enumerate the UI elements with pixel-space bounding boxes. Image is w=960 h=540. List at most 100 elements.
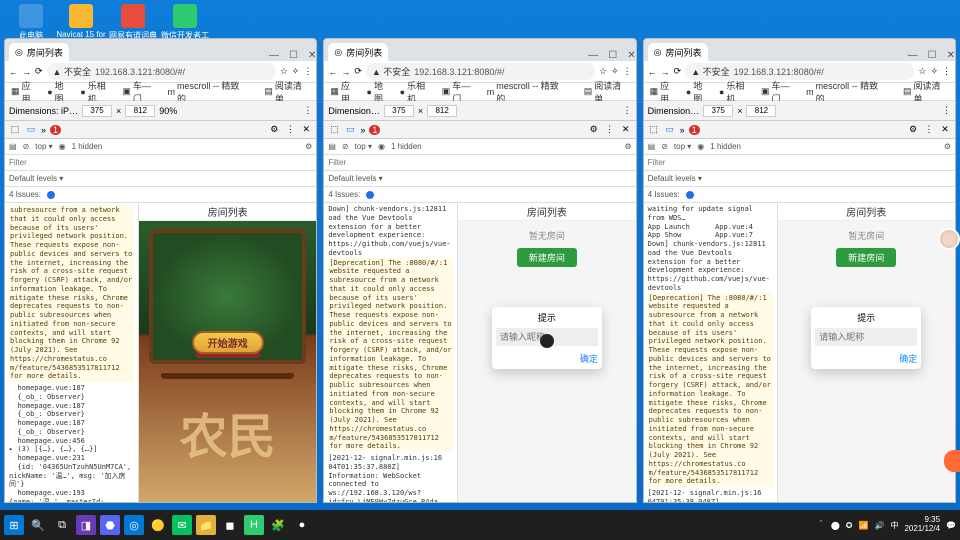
device-menu-icon[interactable]: ⋮ — [303, 105, 312, 116]
devtools-close-icon[interactable]: ✕ — [620, 124, 632, 136]
devtools-menu-icon[interactable]: ⋮ — [284, 124, 296, 136]
filter-input[interactable] — [648, 158, 698, 167]
context-dropdown[interactable]: top ▾ — [355, 142, 372, 151]
width-input[interactable] — [82, 105, 112, 117]
clear-console-icon[interactable]: ⊘ — [661, 142, 668, 151]
floating-avatar[interactable] — [938, 228, 960, 250]
task-view-icon[interactable]: ⧉ — [52, 515, 72, 535]
taskbar-app-vscode[interactable]: ◨ — [76, 515, 96, 535]
levels-dropdown[interactable]: Default levels ▾ — [328, 174, 382, 183]
tray-icon[interactable]: ✪ — [846, 521, 853, 530]
clear-console-icon[interactable]: ⊘ — [342, 142, 349, 151]
taskbar-clock[interactable]: 9:35 2021/12/4 — [904, 516, 940, 534]
star-icon[interactable]: ☆ — [599, 66, 607, 77]
notifications-icon[interactable]: 💬 — [946, 521, 956, 530]
console-output[interactable]: subresource from a network that it could… — [5, 203, 139, 502]
tray-chevron-up-icon[interactable]: ＾ — [817, 520, 825, 531]
width-input[interactable] — [384, 105, 414, 117]
nav-back[interactable]: ← — [328, 67, 337, 77]
window-close[interactable]: ✕ — [947, 50, 955, 61]
console-output[interactable]: Down] chunk-vendors.js:12811 oad the Vue… — [324, 203, 458, 502]
eye-icon[interactable]: ◉ — [59, 142, 66, 151]
eye-icon[interactable]: ◉ — [378, 142, 385, 151]
filter-input[interactable] — [9, 158, 59, 167]
tray-ime-icon[interactable]: 中 — [890, 520, 898, 531]
window-close[interactable]: ✕ — [627, 50, 635, 61]
device-toggle-icon[interactable]: ▭ — [664, 124, 676, 136]
extensions-icon[interactable]: ✧ — [930, 66, 938, 77]
clear-console-icon[interactable]: ⊘ — [23, 142, 30, 151]
dimensions-dropdown[interactable]: Dimension… — [648, 106, 700, 116]
modal-ok-button[interactable]: 确定 — [815, 352, 917, 365]
window-minimize[interactable]: — — [908, 50, 918, 61]
console-settings-icon[interactable]: ⚙ — [944, 142, 951, 151]
console-settings-icon[interactable]: ⚙ — [305, 142, 312, 151]
window-maximize[interactable]: ☐ — [928, 50, 937, 61]
taskbar-app[interactable]: 🧩 — [268, 515, 288, 535]
error-badge[interactable]: 1 — [369, 125, 380, 135]
sidebar-toggle-icon[interactable]: ▤ — [648, 142, 656, 151]
inspect-icon[interactable]: ⬚ — [648, 124, 660, 136]
levels-dropdown[interactable]: Default levels ▾ — [9, 174, 63, 183]
eye-icon[interactable]: ◉ — [697, 142, 704, 151]
error-badge[interactable]: 1 — [50, 125, 61, 135]
start-button[interactable]: ⊞ — [4, 515, 24, 535]
taskbar-app-explorer[interactable]: 📁 — [196, 515, 216, 535]
height-input[interactable] — [746, 105, 776, 117]
window-minimize[interactable]: — — [269, 50, 279, 61]
sidebar-toggle-icon[interactable]: ▤ — [9, 142, 17, 151]
context-dropdown[interactable]: top ▾ — [35, 142, 52, 151]
nav-reload[interactable]: ⟳ — [354, 66, 362, 77]
issues-link[interactable]: 4 Issues: — [648, 190, 680, 199]
browser-tab[interactable]: ◎ 房间列表 — [328, 43, 388, 61]
nav-forward[interactable]: → — [661, 67, 670, 77]
search-icon[interactable]: 🔍 — [28, 515, 48, 535]
floating-widget[interactable] — [944, 450, 960, 472]
width-input[interactable] — [703, 105, 733, 117]
device-toggle-icon[interactable]: ▭ — [344, 124, 356, 136]
inspect-icon[interactable]: ⬚ — [9, 124, 21, 136]
elements-tab-overflow[interactable]: » — [41, 125, 46, 135]
window-maximize[interactable]: ☐ — [608, 50, 617, 61]
zoom-dropdown[interactable]: 90% — [159, 106, 177, 116]
nav-back[interactable]: ← — [648, 67, 657, 77]
settings-icon[interactable]: ⚙ — [268, 124, 280, 136]
extensions-icon[interactable]: ✧ — [611, 66, 619, 77]
console-output[interactable]: waiting for update signal from WDS… App … — [644, 203, 778, 502]
device-toggle-icon[interactable]: ▭ — [25, 124, 37, 136]
filter-input[interactable] — [328, 158, 378, 167]
settings-icon[interactable]: ⚙ — [907, 124, 919, 136]
tray-volume-icon[interactable]: 🔊 — [874, 521, 884, 530]
modal-ok-button[interactable]: 确定 — [496, 352, 598, 365]
sidebar-toggle-icon[interactable]: ▤ — [328, 142, 336, 151]
window-minimize[interactable]: — — [588, 50, 598, 61]
window-close[interactable]: ✕ — [308, 50, 316, 61]
desktop-icon-this-pc[interactable]: 此电脑 — [6, 4, 56, 41]
browser-tab[interactable]: ◎ 房间列表 — [9, 43, 69, 61]
taskbar-app-edge[interactable]: ◎ — [124, 515, 144, 535]
nickname-input[interactable] — [815, 328, 917, 346]
window-maximize[interactable]: ☐ — [289, 50, 298, 61]
settings-icon[interactable]: ⚙ — [588, 124, 600, 136]
taskbar-app-chrome[interactable]: 🟡 — [148, 515, 168, 535]
tray-icon[interactable]: ⬤ — [831, 521, 840, 530]
star-icon[interactable]: ☆ — [918, 66, 926, 77]
levels-dropdown[interactable]: Default levels ▾ — [648, 174, 702, 183]
star-icon[interactable]: ☆ — [280, 66, 288, 77]
issues-link[interactable]: 4 Issues: — [328, 190, 360, 199]
menu-icon[interactable]: ⋮ — [303, 66, 312, 77]
nav-reload[interactable]: ⟳ — [674, 66, 682, 77]
desktop-icon-youdao[interactable]: 网易有道词典 — [108, 4, 158, 41]
context-dropdown[interactable]: top ▾ — [674, 142, 691, 151]
devtools-close-icon[interactable]: ✕ — [300, 124, 312, 136]
taskbar-app[interactable]: ◼ — [220, 515, 240, 535]
error-badge[interactable]: 1 — [689, 125, 700, 135]
create-room-button[interactable]: 新建房间 — [836, 248, 896, 267]
tray-network-icon[interactable]: 📶 — [859, 521, 869, 530]
taskbar-app-wechat[interactable]: ✉ — [172, 515, 192, 535]
console-settings-icon[interactable]: ⚙ — [624, 142, 631, 151]
height-input[interactable] — [125, 105, 155, 117]
nav-forward[interactable]: → — [341, 67, 350, 77]
start-game-button[interactable]: 开始游戏 — [192, 331, 264, 354]
taskbar-app[interactable]: H — [244, 515, 264, 535]
